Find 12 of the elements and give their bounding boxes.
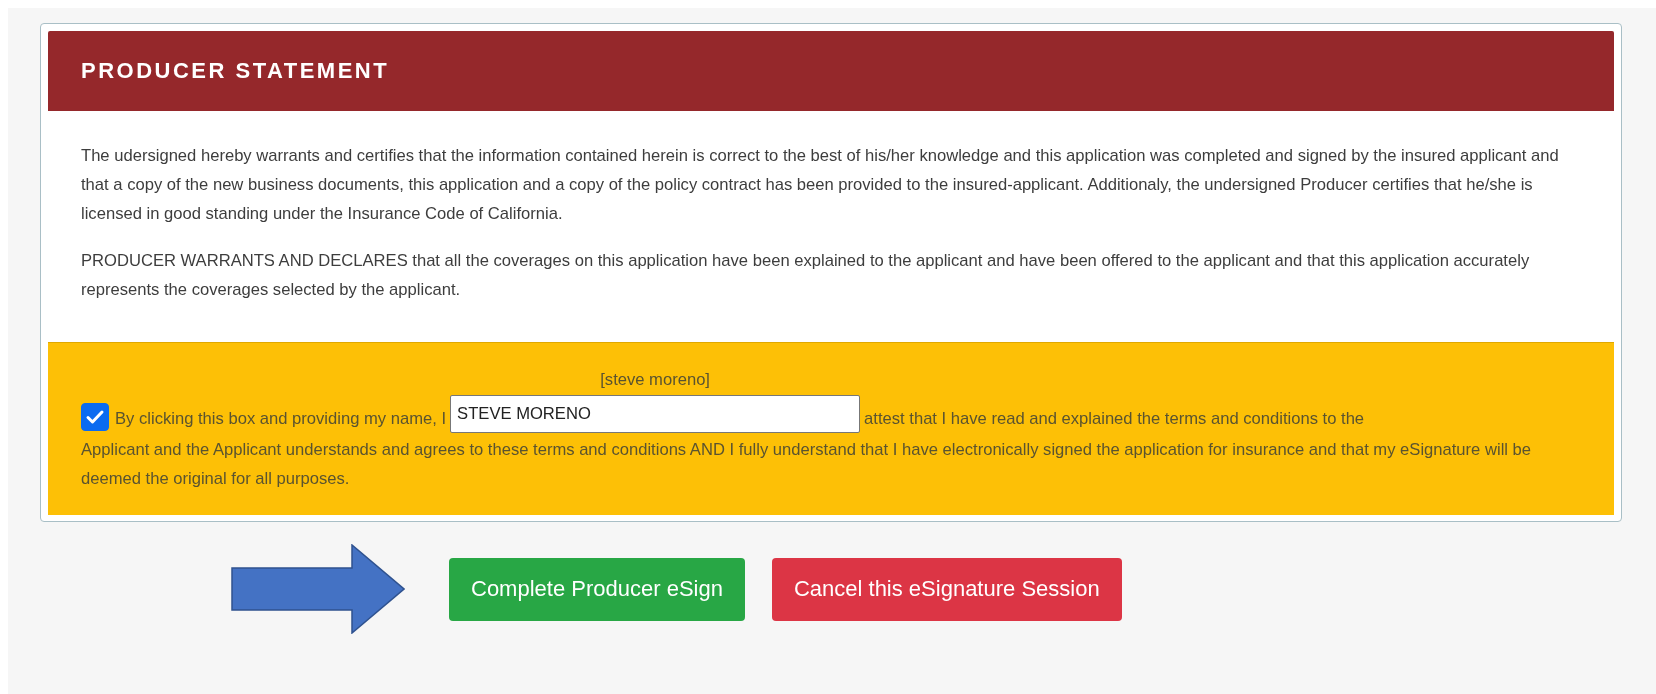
cancel-button[interactable]: Cancel this eSignature Session [771, 557, 1122, 621]
statement-paragraph: PRODUCER WARRANTS AND DECLARES that all the coverages on this application have been explained to the applicant and have been offered to the applicant and that this application accurately represents the coverages selected by the applicant. [81, 250, 1531, 301]
statement-paragraph: The udersigned hereby warrants and certifies that the information contained herein is correct to the best of his/her knowledge and this application was completed and signed by the insured applicant and that a copy of the new business documents, this application and a copy of the policy contract has been provided to the insured-applicant. Additionaly, the undersigned Producer certifies that he/she is licensed in good standing under the Insurance Code of California. [81, 145, 1560, 225]
name-input[interactable]: STEVE MORENO [450, 395, 861, 433]
section-title: PRODUCER STATEMENT [81, 58, 390, 84]
attestation-text: Applicant and the Applicant understands and agrees to these terms and conditions AND I fully understand that I have electronically signed the application for insurance and that my eSignature will be deemed the original for all purposes. [81, 439, 1533, 490]
name-label: [steve moreno] [600, 369, 710, 391]
arrow-icon [231, 544, 405, 634]
attestation-text: By clicking this box and providing my name, I [115, 408, 447, 430]
attestation-text: attest that I have read and explained the terms and conditions to the [864, 408, 1365, 430]
attest-checkbox[interactable] [81, 403, 109, 431]
complete-button[interactable]: Complete Producer eSign [449, 557, 745, 621]
